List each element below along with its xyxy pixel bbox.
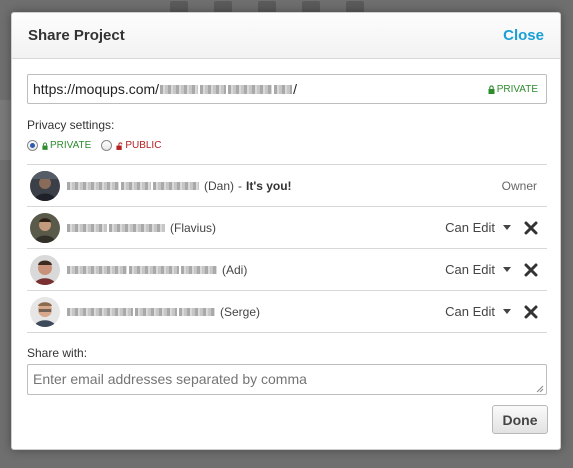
permission-label: Can Edit xyxy=(445,262,495,277)
you-label: It's you! xyxy=(246,178,292,193)
member-row: (Serge) Can Edit xyxy=(27,291,547,333)
dialog-header: Share Project Close xyxy=(12,13,560,59)
member-separator: - xyxy=(238,178,243,193)
member-nick: (Serge) xyxy=(220,304,261,319)
permission-dropdown[interactable]: Can Edit xyxy=(445,262,511,277)
close-button[interactable]: Close xyxy=(503,27,544,44)
member-nick: (Dan) xyxy=(204,178,235,193)
resize-grip-icon[interactable] xyxy=(536,385,544,393)
share-with-label: Share with: xyxy=(27,346,88,360)
member-list: (Dan) - It's you! Owner (Flavius) Can Ed… xyxy=(27,164,547,333)
permission-dropdown[interactable]: Can Edit xyxy=(445,304,511,319)
member-name: (Flavius) xyxy=(66,221,216,235)
member-name: (Adi) xyxy=(66,263,247,277)
member-row: (Adi) Can Edit xyxy=(27,249,547,291)
private-option-label[interactable]: PRIVATE xyxy=(42,140,91,151)
url-redacted xyxy=(159,84,293,94)
share-project-dialog: Share Project Close https://moqups.com/ … xyxy=(11,12,561,450)
member-row: (Flavius) Can Edit xyxy=(27,207,547,249)
lock-icon xyxy=(42,142,48,150)
permission-dropdown[interactable]: Can Edit xyxy=(445,220,511,235)
close-icon xyxy=(524,305,538,318)
member-nick: (Adi) xyxy=(222,262,248,277)
chevron-down-icon xyxy=(503,225,511,230)
member-row-owner: (Dan) - It's you! Owner xyxy=(27,165,547,207)
member-name: (Serge) xyxy=(66,305,260,319)
member-name: (Dan) - It's you! xyxy=(66,179,292,193)
chevron-down-icon xyxy=(503,309,511,314)
project-url-field[interactable]: https://moqups.com/ / PRIVATE xyxy=(27,74,547,104)
lock-icon xyxy=(488,84,495,94)
close-icon xyxy=(524,263,538,276)
avatar xyxy=(30,254,60,285)
member-role: Owner xyxy=(501,178,537,193)
private-radio[interactable] xyxy=(27,140,38,151)
dialog-title: Share Project xyxy=(28,27,125,44)
project-url-text: https://moqups.com/ / xyxy=(33,81,297,97)
url-privacy-badge: PRIVATE xyxy=(488,84,538,95)
privacy-settings-label: Privacy settings: xyxy=(27,118,115,132)
member-nick: (Flavius) xyxy=(170,220,217,235)
privacy-options: PRIVATE PUBLIC xyxy=(27,140,161,151)
permission-label: Can Edit xyxy=(445,220,495,235)
avatar xyxy=(30,212,60,243)
public-radio[interactable] xyxy=(101,140,113,151)
avatar xyxy=(30,296,60,327)
private-option-text: PRIVATE xyxy=(50,140,92,151)
url-badge-label: PRIVATE xyxy=(496,83,538,95)
avatar xyxy=(30,170,60,201)
remove-member-button[interactable] xyxy=(523,304,539,320)
share-email-input[interactable] xyxy=(27,364,547,395)
public-option-text: PUBLIC xyxy=(125,140,162,151)
remove-member-button[interactable] xyxy=(523,220,539,236)
remove-member-button[interactable] xyxy=(523,262,539,278)
close-icon xyxy=(524,221,538,234)
url-prefix: https://moqups.com/ xyxy=(33,81,160,97)
chevron-down-icon xyxy=(503,267,511,272)
public-option-label[interactable]: PUBLIC xyxy=(116,140,161,151)
permission-label: Can Edit xyxy=(445,304,495,319)
unlock-icon xyxy=(116,141,123,150)
url-suffix: / xyxy=(293,81,297,97)
done-button[interactable]: Done xyxy=(492,405,548,434)
